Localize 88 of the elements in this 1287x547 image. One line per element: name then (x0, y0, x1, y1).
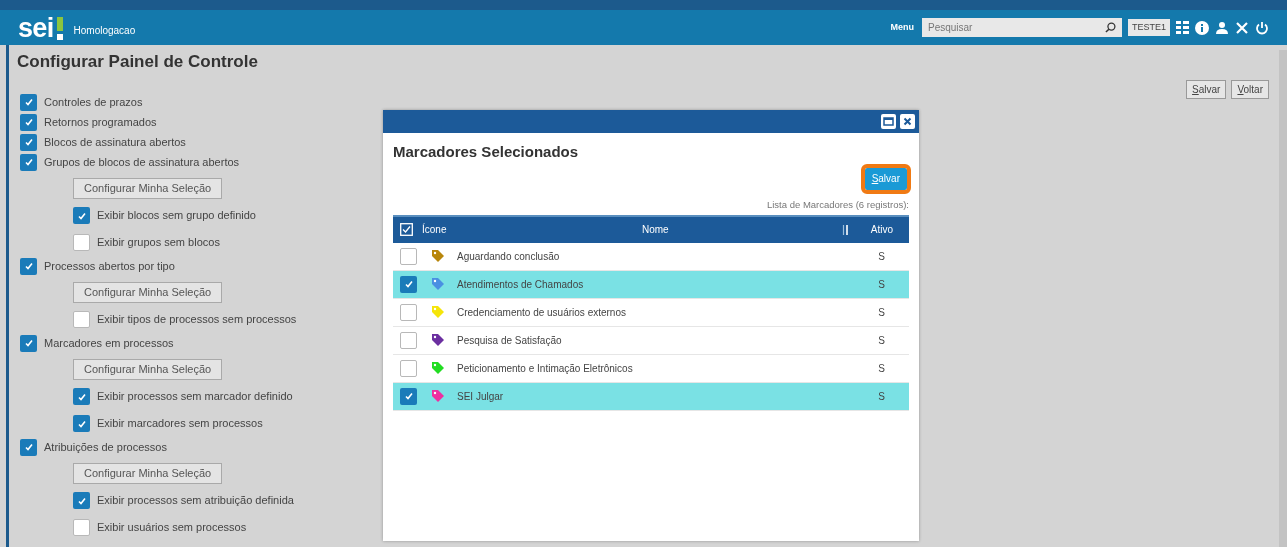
table-cell-text: Pesquisa de Satisfação (457, 333, 563, 348)
unit-badge[interactable]: TESTE1 (1128, 19, 1170, 36)
check-icon (23, 137, 34, 147)
checkbox[interactable] (400, 303, 417, 321)
checkbox[interactable] (73, 207, 90, 224)
checkbox[interactable] (400, 359, 417, 377)
check-icon (403, 279, 414, 290)
checkbox[interactable] (400, 275, 417, 293)
check-icon (23, 117, 34, 127)
option-label: Grupos de blocos de assinatura abertos (44, 154, 240, 170)
checkbox[interactable] (20, 438, 37, 456)
checkbox[interactable] (73, 234, 90, 251)
table-row[interactable]: Atendimentos de Chamados S (393, 270, 909, 299)
grid-icon[interactable] (1176, 21, 1189, 34)
table-cell-text: S (878, 361, 885, 376)
check-icon (403, 391, 414, 402)
check-icon (76, 495, 87, 506)
check-icon (23, 157, 34, 167)
checkbox[interactable] (400, 387, 417, 405)
checkbox[interactable] (400, 247, 417, 265)
option-label: Exibir marcadores sem processos (97, 416, 263, 432)
table-cell-text: Credenciamento de usuários externos (457, 305, 627, 320)
option-label: Controles de prazos (44, 94, 143, 110)
environment-label: Homologacao (73, 24, 136, 38)
table-cell-text: Atendimentos de Chamados (457, 277, 585, 292)
check-icon (23, 442, 34, 452)
logo-mark-icon (55, 16, 64, 41)
check-icon (76, 418, 87, 429)
column-header: Ativo (870, 223, 893, 238)
configure-selection-button[interactable]: Configurar Minha Seleção (73, 177, 223, 199)
info-icon[interactable] (1195, 20, 1209, 35)
option-label: Processos abertos por tipo (44, 258, 175, 274)
configure-selection-button[interactable]: Configurar Minha Seleção (73, 462, 223, 484)
table-cell-text: S (878, 333, 885, 348)
option-label: Exibir blocos sem grupo definido (97, 208, 256, 224)
check-icon (76, 210, 87, 221)
page-title: Configurar Painel de Controle (17, 51, 259, 73)
checkbox[interactable] (20, 153, 37, 171)
select-all-icon[interactable] (400, 223, 413, 237)
page-button[interactable]: Salvar (1186, 80, 1227, 99)
page-button[interactable]: Voltar (1231, 80, 1269, 99)
option-label: Exibir processos sem atribuição definida (97, 493, 294, 509)
checkbox[interactable] (20, 257, 37, 275)
check-icon (76, 391, 87, 402)
logo: sei (18, 14, 54, 41)
close-icon[interactable] (900, 114, 915, 129)
option-label: Exibir processos sem marcador definido (97, 389, 293, 405)
option-label: Blocos de assinatura abertos (44, 134, 186, 150)
option-label: Exibir grupos sem blocos (97, 235, 220, 251)
maximize-icon[interactable] (881, 114, 896, 129)
check-icon (23, 97, 34, 107)
checkbox[interactable] (20, 93, 37, 111)
sort-icon[interactable] (842, 223, 849, 236)
checkbox[interactable] (73, 492, 90, 509)
checkbox[interactable] (73, 415, 90, 432)
option-label: Retornos programados (44, 114, 157, 130)
search-field[interactable]: Pesquisar (922, 18, 1122, 37)
checkbox[interactable] (20, 113, 37, 131)
table-caption: Lista de Marcadores (6 registros): (766, 197, 909, 212)
check-icon (23, 338, 34, 348)
option-label: Exibir tipos de processos sem processos (97, 312, 297, 328)
table-cell-text: Peticionamento e Intimação Eletrônicos (457, 361, 634, 376)
table-cell-text: S (878, 305, 885, 320)
checkbox[interactable] (73, 519, 90, 536)
option-label: Marcadores em processos (44, 335, 174, 351)
column-header[interactable]: Nome (642, 222, 842, 238)
table-cell-text: SEI Julgar (457, 389, 505, 404)
table-cell-text: Aguardando conclusão (457, 249, 561, 264)
check-icon (23, 261, 34, 271)
column-header: Ícone (422, 222, 448, 238)
checkbox[interactable] (73, 388, 90, 405)
checkbox[interactable] (73, 311, 90, 328)
table-row[interactable]: SEI Julgar S (393, 382, 909, 411)
configure-selection-button[interactable]: Configurar Minha Seleção (73, 281, 223, 303)
search-icon[interactable] (1105, 22, 1116, 33)
table-cell-text: S (878, 389, 885, 404)
dialog-title: Marcadores Selecionados (393, 142, 580, 162)
checkbox[interactable] (20, 133, 37, 151)
table-cell-text: S (878, 249, 885, 264)
checkbox[interactable] (400, 331, 417, 349)
configure-selection-button[interactable]: Configurar Minha Seleção (73, 358, 223, 380)
power-icon[interactable] (1255, 20, 1269, 35)
menu-label[interactable]: Menu (890, 20, 914, 35)
option-label: Exibir usuários sem processos (97, 520, 247, 536)
user-icon[interactable] (1215, 20, 1229, 35)
table-cell-text: S (878, 277, 885, 292)
option-label: Atribuições de processos (44, 439, 167, 455)
checkbox[interactable] (20, 334, 37, 352)
